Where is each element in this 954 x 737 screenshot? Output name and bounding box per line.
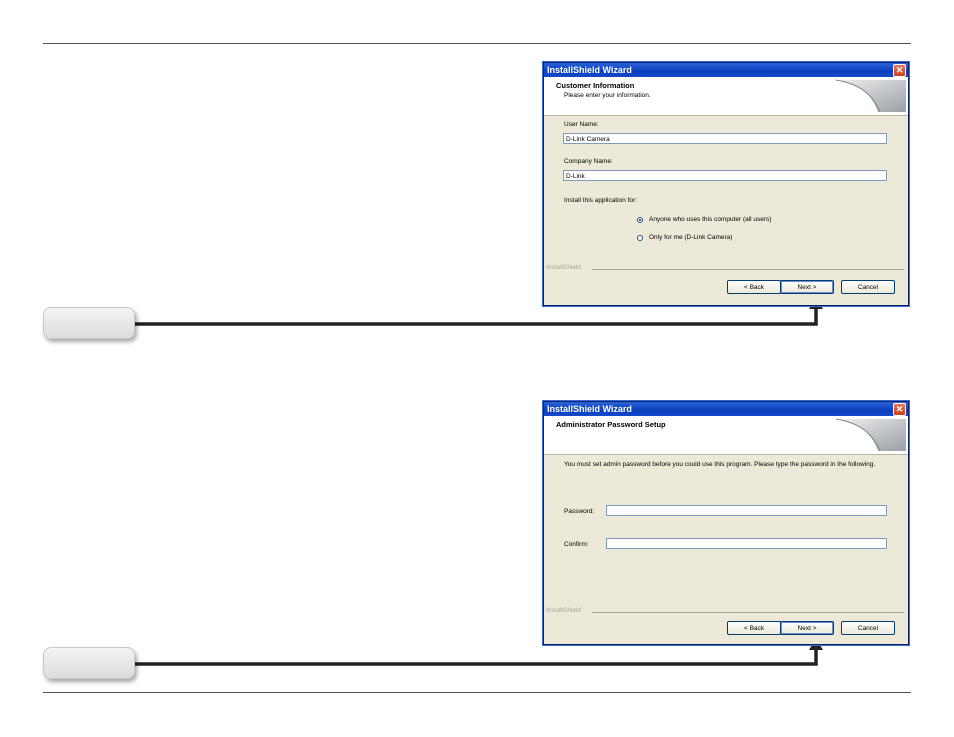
close-icon[interactable]: ✕ — [893, 403, 906, 416]
radio-only-me[interactable] — [637, 235, 643, 241]
cancel-button[interactable]: Cancel — [841, 621, 895, 635]
callout-pill-2 — [43, 647, 135, 679]
header-title: Administrator Password Setup — [556, 420, 666, 429]
user-name-input[interactable]: D-Link Camera — [563, 133, 887, 144]
back-button[interactable]: < Back — [727, 621, 781, 635]
password-input[interactable] — [606, 505, 887, 516]
branding-divider — [592, 269, 904, 270]
cancel-button[interactable]: Cancel — [841, 280, 895, 294]
confirm-label: Confirm: — [564, 541, 589, 548]
company-name-input[interactable]: D-Link — [563, 170, 887, 181]
next-button[interactable]: Next > — [780, 621, 834, 635]
confirm-input[interactable] — [606, 538, 887, 549]
radio-all-users-label[interactable]: Anyone who uses this computer (all users… — [649, 216, 771, 223]
user-name-label: User Name: — [564, 121, 599, 128]
window-title: InstallShield Wizard — [547, 404, 632, 414]
company-name-label: Company Name: — [564, 158, 613, 165]
installshield-swoosh-icon — [830, 79, 906, 113]
connector-line-2 — [133, 648, 818, 666]
wizard-header: Customer Information Please enter your i… — [544, 77, 908, 116]
installshield-dialog-password-setup: InstallShield Wizard ✕ Administrator Pas… — [543, 401, 909, 645]
branding-divider — [592, 612, 904, 613]
instructions-text: You must set admin password before you c… — [564, 461, 876, 468]
back-button[interactable]: < Back — [727, 280, 781, 294]
installshield-branding: InstallShield — [546, 607, 582, 614]
header-title: Customer Information — [556, 81, 635, 90]
installshield-branding: InstallShield — [546, 264, 582, 271]
header-subtitle: Please enter your information. — [564, 92, 651, 99]
next-button[interactable]: Next > — [780, 280, 834, 294]
title-bar: InstallShield Wizard ✕ — [544, 402, 908, 416]
wizard-header: Administrator Password Setup — [544, 416, 908, 455]
close-icon[interactable]: ✕ — [893, 64, 906, 77]
installshield-swoosh-icon — [830, 418, 906, 452]
title-bar: InstallShield Wizard ✕ — [544, 63, 908, 77]
radio-all-users[interactable] — [637, 217, 643, 223]
radio-only-me-label[interactable]: Only for me (D-Link Camera) — [649, 234, 732, 241]
connector-line-1 — [133, 307, 818, 326]
installshield-dialog-customer-info: InstallShield Wizard ✕ Customer Informat… — [543, 62, 909, 306]
install-for-label: Install this application for: — [564, 197, 637, 204]
callout-pill-1 — [43, 307, 135, 339]
password-label: Password: — [564, 508, 595, 515]
window-title: InstallShield Wizard — [547, 65, 632, 75]
